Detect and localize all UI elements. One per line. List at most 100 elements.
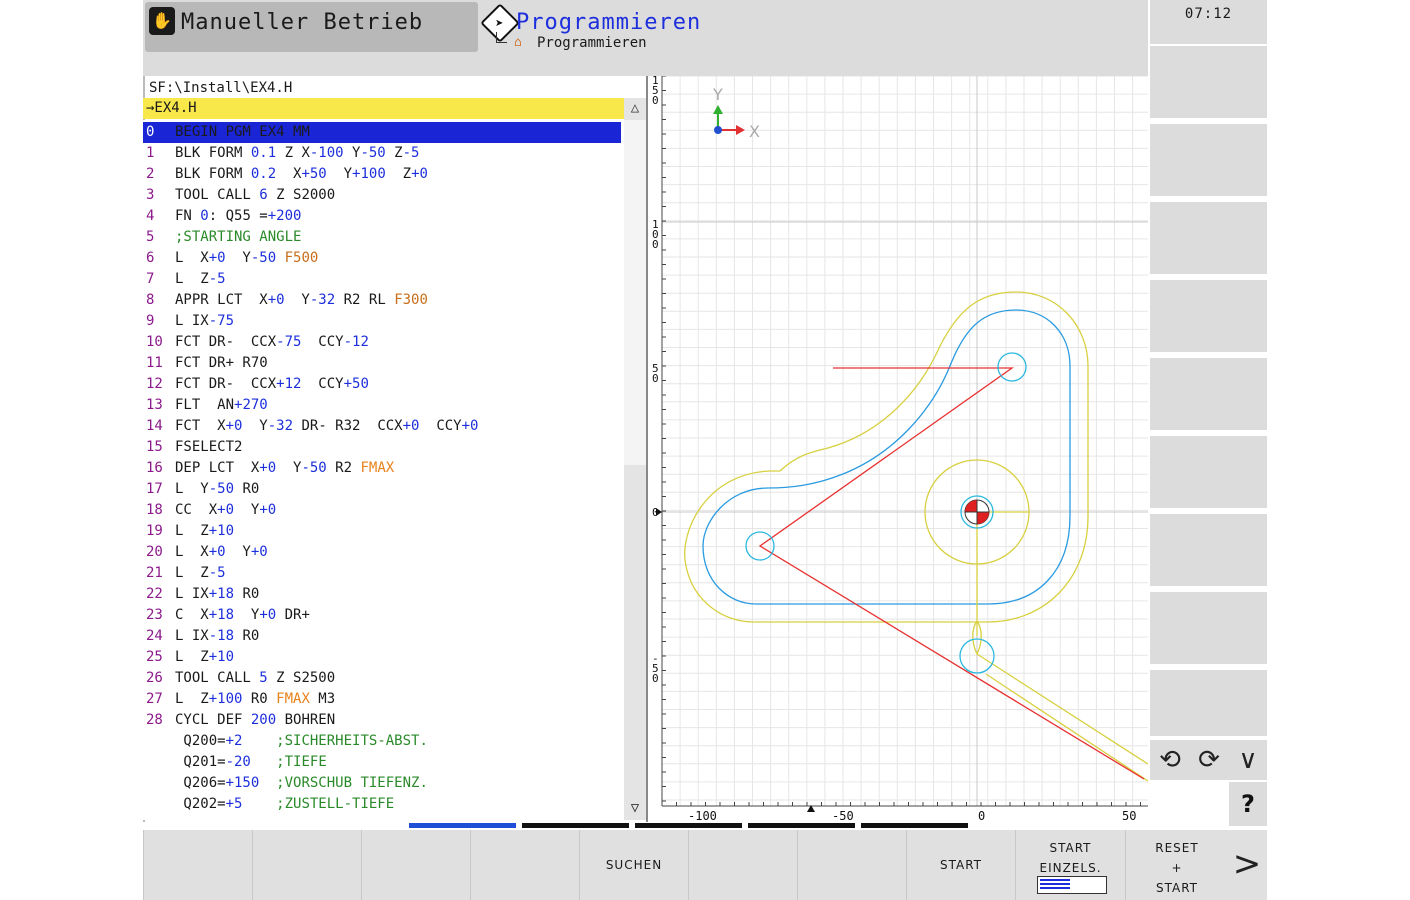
softkey-page-2[interactable]	[522, 823, 629, 828]
program-line[interactable]: 17 L Y-50 R0	[143, 479, 621, 500]
softkey-page-4[interactable]	[748, 823, 855, 828]
program-line[interactable]: Q200=+2 ;SICHERHEITS-ABST.	[143, 731, 621, 752]
program-line[interactable]: 8 APPR LCT X+0 Y-32 R2 RL F300	[143, 290, 621, 311]
start-single-softkey[interactable]: START EINZELS.	[1015, 830, 1125, 900]
program-line[interactable]: 19 L Z+10	[143, 521, 621, 542]
program-line[interactable]: 11 FCT DR+ R70	[143, 353, 621, 374]
line-number: 5	[146, 229, 155, 245]
line-token: +0	[259, 607, 277, 623]
vertical-softkey-8[interactable]	[1150, 592, 1267, 664]
line-token: +18	[208, 607, 235, 623]
softkey-1[interactable]	[143, 830, 252, 900]
program-line[interactable]: 5 ;STARTING ANGLE	[143, 227, 621, 248]
softkey-page-5[interactable]	[861, 823, 968, 828]
line-token: CCY	[419, 418, 462, 434]
program-line[interactable]: 1 BLK FORM 0.1 Z X-100 Y-50 Z-5	[143, 143, 621, 164]
line-token: -50	[250, 250, 277, 266]
line-token: -100	[309, 145, 344, 161]
line-number: 15	[146, 439, 163, 455]
x-ruler-label: -100	[688, 809, 717, 822]
reset-start-label-2: +	[1171, 861, 1183, 875]
vertical-softkey-1[interactable]	[1150, 46, 1267, 118]
program-line[interactable]: 3 TOOL CALL 6 Z S2000	[143, 185, 621, 206]
line-token: +12	[276, 376, 302, 392]
ruler-ticks	[661, 76, 1141, 806]
program-line[interactable]: 16 DEP LCT X+0 Y-50 R2 FMAX	[143, 458, 621, 479]
program-line[interactable]: 10 FCT DR- CCX-75 CCY-12	[143, 332, 621, 353]
line-token: -50	[360, 145, 386, 161]
line-token: L IX	[175, 313, 209, 329]
line-token: L X	[175, 544, 209, 560]
help-button[interactable]: ?	[1229, 782, 1267, 826]
program-line[interactable]: Q206=+150 ;VORSCHUB TIEFENZ.	[143, 773, 621, 794]
program-line[interactable]: 25 L Z+10	[143, 647, 621, 668]
program-line[interactable]: 12 FCT DR- CCX+12 CCY+50	[143, 374, 621, 395]
line-token: -18	[208, 628, 235, 644]
softkey-6[interactable]	[688, 830, 797, 900]
vertical-softkey-2[interactable]	[1150, 124, 1267, 196]
line-token: 0	[200, 208, 209, 224]
program-line[interactable]: 24 L IX-18 R0	[143, 626, 621, 647]
program-line[interactable]: 18 CC X+0 Y+0	[143, 500, 621, 521]
program-line[interactable]: 27 L Z+100 R0 FMAX M3	[143, 689, 621, 710]
program-line[interactable]: Q202=+5 ;ZUSTELL-TIEFE	[143, 794, 621, 815]
program-line[interactable]: 7 L Z-5	[143, 269, 621, 290]
line-token: +5	[225, 796, 243, 812]
softkey-4[interactable]	[470, 830, 579, 900]
program-line[interactable]: Q201=-20 ;TIEFE	[143, 752, 621, 773]
program-line[interactable]: 22 L IX+18 R0	[143, 584, 621, 605]
search-softkey[interactable]: SUCHEN	[579, 830, 688, 900]
hand-icon: ✋	[149, 7, 175, 35]
program-line[interactable]: 15 FSELECT2	[143, 437, 621, 458]
program-line[interactable]: 14 FCT X+0 Y-32 DR- R32 CCX+0 CCY+0	[143, 416, 621, 437]
line-token	[242, 796, 276, 812]
line-token: +0	[208, 250, 226, 266]
line-token: 0.2	[250, 166, 277, 182]
softkey-3[interactable]	[361, 830, 470, 900]
mode-programming[interactable]: ➤ Programmieren ⌂ Programmieren	[480, 2, 1148, 52]
softkey-2[interactable]	[252, 830, 361, 900]
program-line[interactable]: 4 FN 0: Q55 =+200	[143, 206, 621, 227]
line-token: R2	[326, 460, 361, 476]
rotate-right-icon[interactable]: ⟳	[1191, 742, 1227, 778]
rotate-left-icon[interactable]: ⟲	[1152, 742, 1188, 778]
softkey-page-3[interactable]	[635, 823, 742, 828]
vertical-softkey-6[interactable]	[1150, 436, 1267, 508]
program-line[interactable]: 20 L X+0 Y+0	[143, 542, 621, 563]
program-line[interactable]: 23 C X+18 Y+0 DR+	[143, 605, 621, 626]
line-token: -5	[402, 145, 420, 161]
vertical-softkey-5[interactable]	[1150, 358, 1267, 430]
program-line[interactable]: 0 BEGIN PGM EX4 MM	[143, 122, 621, 143]
next-softkey-row-icon[interactable]: >	[1227, 830, 1267, 900]
program-line[interactable]: 26 TOOL CALL 5 Z S2500	[143, 668, 621, 689]
line-token: 5	[259, 670, 268, 686]
program-line[interactable]: 2 BLK FORM 0.2 X+50 Y+100 Z+0	[143, 164, 621, 185]
program-line[interactable]: 13 FLT AN+270	[143, 395, 621, 416]
vertical-softkey-3[interactable]	[1150, 202, 1267, 274]
chevron-down-icon[interactable]: ∨	[1230, 742, 1266, 778]
program-line[interactable]: 9 L IX-75	[143, 311, 621, 332]
program-editor[interactable]: 0 BEGIN PGM EX4 MM 1 BLK FORM 0.1 Z X-100 Y…	[143, 120, 624, 820]
vertical-softkey-7[interactable]	[1150, 514, 1267, 586]
start-softkey[interactable]: START	[906, 830, 1015, 900]
vertical-softkey-4[interactable]	[1150, 280, 1267, 352]
scroll-up-icon[interactable]: △	[624, 100, 646, 118]
line-number: 8	[146, 292, 155, 308]
program-line[interactable]: 21 L Z-5	[143, 563, 621, 584]
line-token: M3	[309, 691, 336, 707]
programming-graphic[interactable]: 1 5 01 0 05 00-5 0 -100 -50 0 50 Y X	[648, 76, 1148, 822]
scroll-down-icon[interactable]: ▽	[624, 800, 646, 818]
softkey-7[interactable]	[797, 830, 906, 900]
reset-start-softkey[interactable]: RESET + START	[1125, 830, 1228, 900]
mode-manual-operation[interactable]: ✋ Manueller Betrieb	[145, 2, 478, 52]
datum-icon	[964, 499, 990, 525]
softkey-page-1[interactable]	[409, 823, 516, 828]
line-token: +0	[259, 502, 277, 518]
program-line[interactable]: 28 CYCL DEF 200 BOHREN	[143, 710, 621, 731]
program-line[interactable]: 6 L X+0 Y-50 F500	[143, 248, 621, 269]
line-token: BLK FORM	[175, 145, 251, 161]
y-ruler-label: 100	[652, 218, 659, 251]
vertical-softkey-9[interactable]	[1150, 670, 1267, 736]
line-token: CCY	[301, 376, 344, 392]
scrollbar-thumb[interactable]	[624, 120, 646, 465]
